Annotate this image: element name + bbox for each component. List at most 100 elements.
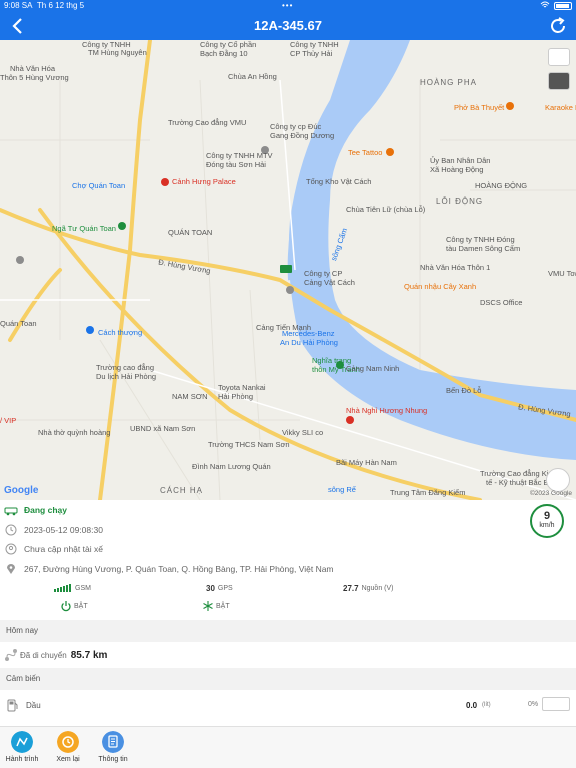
- map-place-label: VMU Tow: [548, 269, 576, 278]
- map-place-label: tế - Kỹ thuật Bắc B: [486, 478, 549, 487]
- speed-badge: 9 km/h: [530, 504, 564, 538]
- distance-value: 85.7 km: [70, 649, 108, 661]
- status-icons: [540, 0, 572, 10]
- date-text: Th 6 12 thg 5: [36, 1, 85, 10]
- map-place-label: Trường cao đẳng: [96, 363, 155, 372]
- tab-playback-label: Xem lại: [56, 756, 80, 763]
- map-place-label: Bãi Máy Hàn Nam: [336, 458, 397, 467]
- distance-label: Đã di chuyển: [20, 650, 67, 660]
- power-label: Nguồn (V): [361, 585, 394, 592]
- timestamp-row: 2023-05-12 09:08:30: [4, 524, 103, 536]
- map-place-label: CP Thủy Hải: [290, 49, 333, 58]
- map-place-label: Nhà thờ quỳnh hoàng: [38, 428, 111, 437]
- tab-playback[interactable]: Xem lại: [43, 731, 93, 763]
- map-place-label: Nhà Văn Hóa Thôn 1: [420, 263, 491, 272]
- running-status: Đang chạy: [24, 505, 67, 515]
- vehicle-marker[interactable]: [280, 265, 292, 273]
- sensor-name: Dầu: [26, 701, 41, 710]
- map-place-label: Du lịch Hải Phòng: [96, 372, 157, 381]
- route-icon: [5, 649, 17, 661]
- map-place-label: HOÀNG ĐỘNG: [475, 181, 528, 190]
- journey-icon: [11, 731, 33, 753]
- power-icon: [61, 601, 71, 612]
- sensors-header: Cảm biến: [0, 668, 576, 690]
- map-place-label: CÁCH HẠ: [160, 486, 204, 495]
- user-icon: [5, 543, 17, 555]
- bottom-tab-bar: Hành trình Xem lại Thông tin: [0, 726, 576, 768]
- map-place-label: Toyota Nankai: [218, 383, 266, 392]
- clock-icon: [5, 524, 17, 536]
- map-place-label: Nhà Văn Hóa: [10, 64, 56, 73]
- tab-journey[interactable]: Hành trình: [0, 731, 47, 763]
- sensor-unit: (lít): [482, 702, 491, 708]
- map-place-label: Ủy Ban Nhân Dân: [430, 156, 491, 165]
- map-place-label: Công ty TNHH Đóng: [446, 235, 515, 244]
- map-place-label: Bạch Đằng 10: [200, 49, 248, 58]
- power-value: 27.7: [343, 584, 359, 593]
- map-place-label: Hải Phòng: [218, 392, 254, 401]
- map-place-label: sông Rế: [328, 485, 356, 494]
- fuel-sensor-row: Dầu 0.0 (lít) 0%: [0, 690, 576, 720]
- map-copyright: ©2023 Google: [529, 490, 572, 497]
- map-place-label: Vikky SLI co: [282, 428, 324, 437]
- air-conditioner-icon: [203, 601, 213, 611]
- sensor-value: 0.0: [466, 701, 478, 710]
- location-pin-icon: [7, 564, 15, 574]
- map-place-label: Trung Tâm Đăng Kiểm: [390, 488, 466, 497]
- tab-info[interactable]: Thông tin: [88, 731, 138, 763]
- map-place-label: Cảnh Hưng Palace: [172, 177, 236, 186]
- power-stat: 27.7 Nguồn (V): [343, 584, 393, 593]
- gsm-label: GSM: [75, 584, 91, 592]
- clock-text: 9:08 SA: [4, 1, 33, 10]
- tab-journey-label: Hành trình: [5, 756, 39, 763]
- driver-text: Chưa cập nhật tài xế: [24, 544, 103, 554]
- signal-bars-icon: [54, 584, 71, 592]
- map-place-label: Chùa An Hồng: [228, 72, 277, 81]
- map-place-label: Tổng Kho Vật Cách: [306, 177, 372, 186]
- today-header: Hôm nay: [0, 620, 576, 642]
- tab-info-label: Thông tin: [98, 756, 128, 763]
- document-icon: [102, 731, 124, 753]
- map-place-label: Trường Cao đẳng VMU: [168, 118, 247, 127]
- gps-stat: 30 GPS: [206, 584, 233, 593]
- address-row: 267, Đường Hùng Vương, P. Quán Toan, Q. …: [4, 563, 334, 575]
- timestamp-text: 2023-05-12 09:08:30: [24, 525, 103, 535]
- distance-row: Đã di chuyển 85.7 km: [4, 648, 107, 662]
- sensor-level-bar: [542, 697, 570, 711]
- map-place-label: Công ty TNHH: [290, 40, 339, 49]
- map-place-label: TM Hùng Nguyên: [88, 48, 147, 57]
- battery-icon: [554, 2, 572, 10]
- map-view[interactable]: Công ty TNHH TM Hùng Nguyên Công ty Cổ phầ…: [0, 40, 576, 500]
- speed-value: 9: [543, 510, 551, 522]
- map-place-label: Cảng Vật Cách: [304, 278, 355, 287]
- map-place-label: Công ty Cổ phần: [200, 40, 257, 49]
- map-place-label: Gang Đồng Dương: [270, 131, 335, 140]
- map-place-label: Công ty TNHH MTV: [206, 151, 273, 160]
- map-place-label: Trường THCS Nam Sơn: [208, 440, 290, 449]
- map-place-label: HOÀNG PHA: [420, 78, 478, 87]
- gps-value: 30: [206, 584, 215, 593]
- map-place-label: NAM SƠN: [172, 392, 208, 401]
- map-place-label: Mercedes-Benz: [282, 329, 335, 338]
- map-place-label: Chùa Tiên Lữ (chùa Lỗ): [346, 205, 426, 214]
- vehicle-info-panel: Đang chạy 9 km/h 2023-05-12 09:08:30 Chư…: [0, 500, 576, 618]
- vehicle-plate-title: 12A-345.67: [254, 18, 322, 33]
- map-place-label: Công ty CP: [304, 269, 343, 278]
- map-place-label: Quán nhậu Cây Xanh: [404, 282, 477, 291]
- wifi-icon: [540, 1, 550, 8]
- multitask-dots[interactable]: •••: [282, 0, 293, 12]
- map-place-label: Nhà Nghỉ Hương Nhung: [346, 406, 428, 415]
- map-type-button[interactable]: [548, 48, 570, 66]
- map-place-label: DSCS Office: [480, 298, 523, 307]
- gps-label: GPS: [217, 585, 233, 592]
- refresh-icon[interactable]: [548, 16, 568, 36]
- speed-unit: km/h: [539, 522, 555, 529]
- ac-state-text: BẬT: [216, 602, 230, 610]
- map-place-label: / VIP: [0, 416, 17, 425]
- layers-button[interactable]: [548, 72, 570, 90]
- map-place-label: An Du Hải Phòng: [280, 338, 338, 347]
- status-time: 9:08 SA Th 6 12 thg 5: [4, 0, 84, 12]
- fuel-icon: [7, 699, 18, 712]
- map-layers-toggle[interactable]: [546, 468, 570, 492]
- map-place-label: Công ty cp Đúc: [270, 122, 322, 131]
